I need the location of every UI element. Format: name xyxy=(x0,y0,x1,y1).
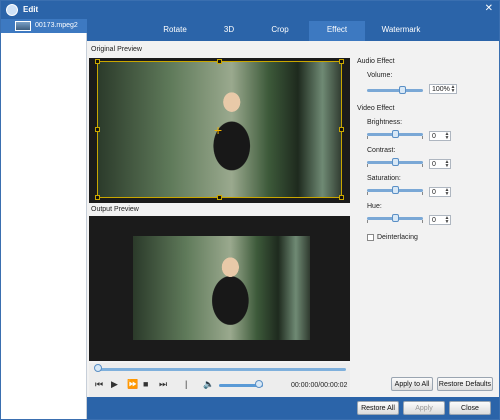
skip-start-icon[interactable]: ⏮ xyxy=(95,380,103,389)
hue-label: Hue: xyxy=(367,203,382,210)
seek-handle[interactable] xyxy=(94,364,102,372)
spin-arrows-icon[interactable]: ▲ ▼ xyxy=(450,85,456,94)
volume-handle[interactable] xyxy=(255,380,263,388)
title-bar: Edit ✕ xyxy=(1,1,499,19)
file-list: 00173.mpeg2 xyxy=(1,19,87,419)
spin-arrows-icon[interactable]: ▲ ▼ xyxy=(444,160,450,169)
crop-handle-tl[interactable] xyxy=(95,59,100,64)
audio-volume-slider[interactable] xyxy=(367,89,423,92)
hue-value: 0 xyxy=(432,217,436,224)
output-preview xyxy=(89,216,350,361)
window-close-icon[interactable]: ✕ xyxy=(485,3,493,14)
deinterlacing-label: Deinterlacing xyxy=(377,234,418,241)
saturation-spinbox[interactable]: 0 ▲ ▼ xyxy=(429,187,451,197)
crop-handle-left[interactable] xyxy=(95,127,100,132)
app-icon xyxy=(6,4,18,16)
spin-arrows-icon[interactable]: ▲ ▼ xyxy=(444,188,450,197)
volume-label: Volume: xyxy=(367,72,393,79)
audio-effect-title: Audio Effect xyxy=(357,58,395,65)
crosshair-icon: + xyxy=(214,122,223,138)
volume-spinbox[interactable]: 100% ▲ ▼ xyxy=(429,84,457,94)
deinterlacing-checkbox[interactable] xyxy=(367,234,374,241)
contrast-value: 0 xyxy=(432,161,436,168)
stop-icon[interactable]: ■ xyxy=(143,380,148,389)
audio-volume-handle[interactable] xyxy=(399,86,406,94)
tab-watermark[interactable]: Watermark xyxy=(367,25,435,34)
apply-button[interactable]: Apply xyxy=(403,401,445,415)
hue-handle[interactable] xyxy=(392,214,399,222)
fast-forward-icon[interactable]: ⏩ xyxy=(127,380,138,389)
output-video-frame xyxy=(133,236,310,340)
seek-bar[interactable] xyxy=(96,368,346,371)
window-title: Edit xyxy=(23,5,39,14)
crop-handle-tr[interactable] xyxy=(339,59,344,64)
tab-effect[interactable]: Effect xyxy=(309,21,365,41)
speaker-icon[interactable]: 🔈 xyxy=(203,380,214,389)
output-preview-label: Output Preview xyxy=(91,206,139,213)
original-preview-label: Original Preview xyxy=(91,46,142,53)
effect-pane: Original Preview + Output Preview ⏮ ▶ ⏩ … xyxy=(87,41,499,397)
spin-arrows-icon[interactable]: ▲ ▼ xyxy=(444,132,450,141)
restore-defaults-button[interactable]: Restore Defaults xyxy=(437,377,493,391)
brightness-spinbox[interactable]: 0 ▲ ▼ xyxy=(429,131,451,141)
hue-spinbox[interactable]: 0 ▲ ▼ xyxy=(429,215,451,225)
saturation-value: 0 xyxy=(432,189,436,196)
contrast-label: Contrast: xyxy=(367,147,396,154)
tab-crop[interactable]: Crop xyxy=(253,25,307,34)
tab-bar: Rotate 3D Crop Effect Watermark xyxy=(87,19,499,41)
skip-end-icon[interactable]: ⏭ xyxy=(159,380,167,389)
separator: | xyxy=(185,379,188,389)
original-preview[interactable]: + xyxy=(89,58,350,203)
brightness-label: Brightness: xyxy=(367,119,403,126)
video-thumbnail-icon xyxy=(15,21,31,31)
video-effect-title: Video Effect xyxy=(357,105,395,112)
edit-window: Edit ✕ 00173.mpeg2 Rotate 3D Crop Effect… xyxy=(0,0,500,420)
tab-3d[interactable]: 3D xyxy=(207,25,251,34)
crop-handle-bl[interactable] xyxy=(95,195,100,200)
saturation-label: Saturation: xyxy=(367,175,401,182)
volume-value: 100% xyxy=(432,86,450,93)
crop-handle-right[interactable] xyxy=(339,127,344,132)
tab-rotate[interactable]: Rotate xyxy=(145,25,205,34)
spin-arrows-icon[interactable]: ▲ ▼ xyxy=(444,216,450,225)
contrast-handle[interactable] xyxy=(392,158,399,166)
file-list-item[interactable]: 00173.mpeg2 xyxy=(1,19,87,33)
player-controls: ⏮ ▶ ⏩ ■ ⏭ | 🔈 00:00:00/00:00:02 xyxy=(89,363,350,397)
crop-handle-top[interactable] xyxy=(217,59,222,64)
time-display: 00:00:00/00:00:02 xyxy=(291,382,348,389)
apply-to-all-button[interactable]: Apply to All xyxy=(391,377,433,391)
crop-handle-br[interactable] xyxy=(339,195,344,200)
play-icon[interactable]: ▶ xyxy=(111,380,118,389)
file-name: 00173.mpeg2 xyxy=(35,22,78,29)
saturation-handle[interactable] xyxy=(392,186,399,194)
bottom-bar: Restore All Apply Close xyxy=(87,397,499,419)
brightness-value: 0 xyxy=(432,133,436,140)
effect-settings: Audio Effect Volume: 100% ▲ ▼ Video Effec… xyxy=(355,41,499,397)
contrast-spinbox[interactable]: 0 ▲ ▼ xyxy=(429,159,451,169)
brightness-handle[interactable] xyxy=(392,130,399,138)
crop-handle-bottom[interactable] xyxy=(217,195,222,200)
close-button[interactable]: Close xyxy=(449,401,491,415)
restore-all-button[interactable]: Restore All xyxy=(357,401,399,415)
